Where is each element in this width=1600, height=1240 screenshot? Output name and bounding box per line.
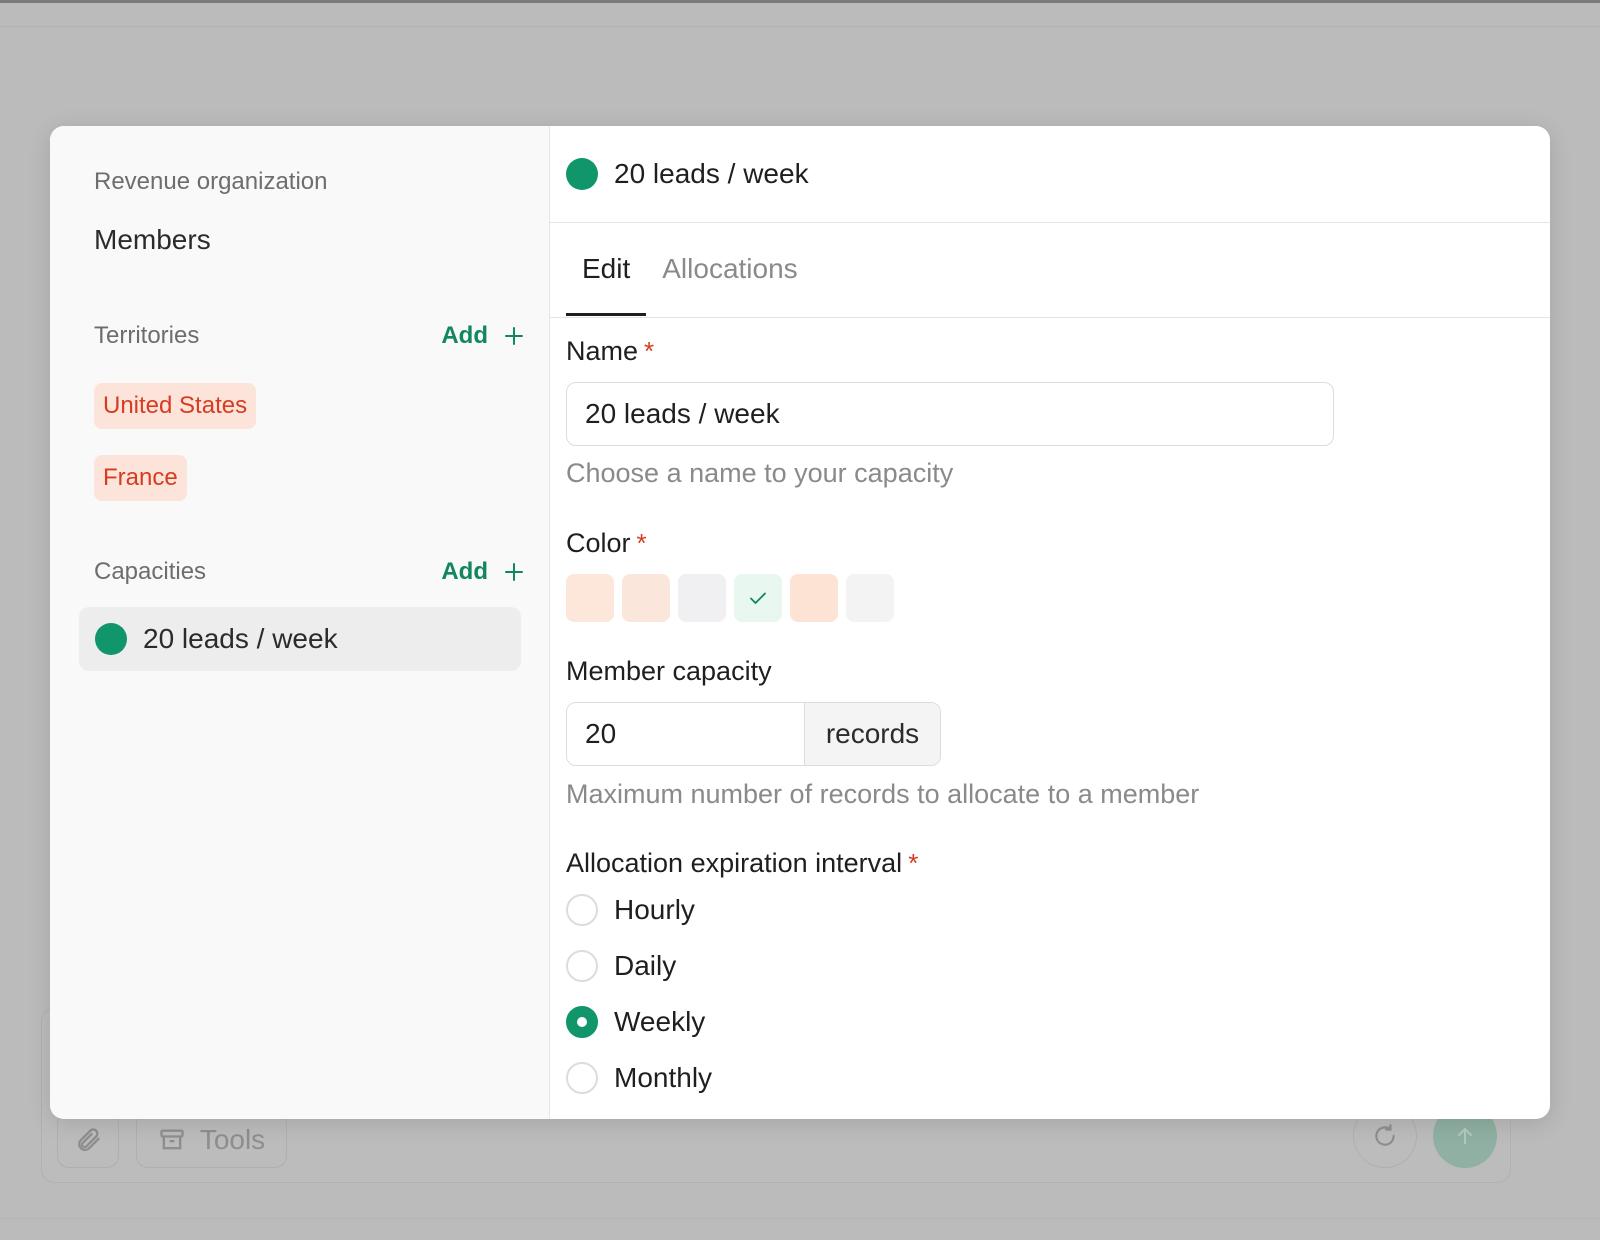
radio-button[interactable]: [566, 894, 598, 926]
capacity-color-dot: [95, 623, 127, 655]
territory-tag-united-states[interactable]: United States: [94, 383, 257, 429]
radio-option-daily[interactable]: Daily: [566, 950, 676, 982]
modal-main: 20 leads / week Edit Allocations Name * …: [550, 126, 1550, 1119]
capacity-help-text: Maximum number of records to allocate to…: [566, 779, 1200, 809]
capacity-list-item[interactable]: 20 leads / week: [79, 607, 521, 671]
color-swatch-2[interactable]: [622, 574, 670, 622]
territories-label: Territories: [94, 322, 200, 349]
tools-label: Tools: [199, 1124, 266, 1155]
expiration-label-text: Allocation expiration interval: [566, 848, 903, 878]
background-bottom-divider: [0, 1218, 1600, 1219]
radio-label: Monthly: [614, 1062, 713, 1093]
capacity-field-label: Member capacity: [566, 656, 772, 687]
color-swatch-4[interactable]: [734, 574, 782, 622]
add-capacity-label: Add: [441, 558, 488, 585]
color-swatch-5[interactable]: [790, 574, 838, 622]
capacity-modal: Revenue organization Members Territories…: [50, 126, 1550, 1119]
capacity-input-group: records: [566, 702, 941, 766]
capacity-unit-addon: records: [804, 703, 940, 765]
plus-icon: [505, 327, 523, 345]
tools-button: Tools: [136, 1112, 287, 1168]
territories-section-header: Territories Add: [94, 322, 524, 350]
capacity-label-text: Member capacity: [566, 656, 772, 686]
expiration-field-label: Allocation expiration interval *: [566, 848, 918, 879]
radio-button[interactable]: [566, 1006, 598, 1038]
tab-bar: Edit Allocations: [566, 222, 814, 316]
required-mark: *: [644, 336, 655, 366]
tab-edit[interactable]: Edit: [566, 222, 647, 316]
radio-label: Hourly: [614, 894, 695, 925]
radio-option-hourly[interactable]: Hourly: [566, 894, 695, 926]
attach-button: [57, 1112, 119, 1168]
name-input[interactable]: [566, 382, 1334, 446]
background-divider: [0, 26, 1600, 27]
color-field-label: Color *: [566, 528, 647, 559]
radio-button[interactable]: [566, 950, 598, 982]
radio-label: Weekly: [614, 1006, 706, 1037]
tab-allocations[interactable]: Allocations: [646, 222, 813, 316]
arrow-up-icon: [1458, 1127, 1472, 1144]
tabs-divider: [550, 317, 1550, 318]
capacity-item-label: 20 leads / week: [143, 623, 338, 654]
color-swatch-6[interactable]: [846, 574, 894, 622]
territory-tag-france[interactable]: France: [94, 455, 187, 501]
name-label-text: Name: [566, 336, 639, 366]
background-top-border: [0, 0, 1600, 3]
name-field-label: Name *: [566, 336, 654, 367]
radio-label: Daily: [614, 950, 677, 981]
color-swatches: [566, 574, 894, 622]
archive-box-icon: [160, 1129, 184, 1150]
required-mark: *: [908, 848, 919, 878]
header-color-dot: [566, 158, 598, 190]
capacities-label: Capacities: [94, 558, 207, 585]
capacity-title: 20 leads / week: [614, 158, 809, 189]
add-capacity-button[interactable]: Add: [441, 558, 524, 586]
sidebar-item-members[interactable]: Members: [94, 224, 211, 256]
org-label: Revenue organization: [94, 168, 328, 195]
name-help-text: Choose a name to your capacity: [566, 458, 954, 488]
add-territory-label: Add: [441, 322, 488, 349]
color-swatch-1[interactable]: [566, 574, 614, 622]
radio-button[interactable]: [566, 1062, 598, 1094]
check-icon: [750, 592, 766, 604]
capacities-section-header: Capacities Add: [94, 558, 524, 586]
add-territory-button[interactable]: Add: [441, 322, 524, 350]
capacity-input[interactable]: [567, 703, 804, 765]
required-mark: *: [636, 528, 647, 558]
modal-sidebar: Revenue organization Members Territories…: [50, 126, 550, 1119]
plus-icon: [505, 563, 523, 581]
color-label-text: Color: [566, 528, 631, 558]
capacity-header: 20 leads / week: [566, 158, 809, 190]
color-swatch-3[interactable]: [678, 574, 726, 622]
radio-option-weekly[interactable]: Weekly: [566, 1006, 705, 1038]
refresh-icon: [1375, 1124, 1395, 1146]
paperclip-icon: [78, 1128, 100, 1152]
radio-option-monthly[interactable]: Monthly: [566, 1062, 712, 1094]
